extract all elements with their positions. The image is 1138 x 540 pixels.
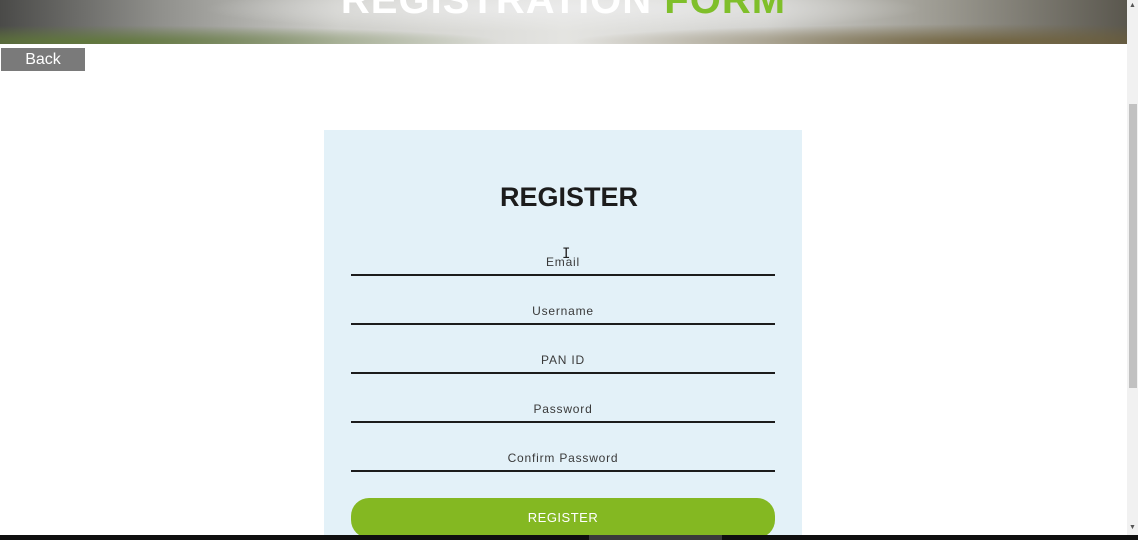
password-field[interactable] — [351, 397, 775, 423]
form-heading: REGISTER — [499, 182, 639, 212]
username-field[interactable] — [351, 299, 775, 325]
horizontal-scroll-thumb[interactable] — [589, 535, 722, 540]
text-cursor-icon: I — [562, 246, 571, 262]
banner-title-main: REGISTRATION — [340, 0, 665, 22]
taskbar-strip — [0, 535, 1138, 540]
page: REGISTRATION FORM Back REGISTER I REGIST… — [0, 0, 1138, 540]
header-banner: REGISTRATION FORM — [0, 0, 1127, 44]
confirm-password-field[interactable] — [351, 446, 775, 472]
back-button[interactable]: Back — [1, 48, 85, 71]
banner-title-accent: FORM — [664, 0, 787, 22]
vertical-scrollbar[interactable]: ▲ ▼ — [1127, 0, 1138, 540]
scrollbar-thumb[interactable] — [1129, 104, 1137, 388]
banner-title: REGISTRATION FORM — [0, 0, 1127, 23]
register-button[interactable]: REGISTER — [351, 498, 775, 538]
pan-id-field[interactable] — [351, 348, 775, 374]
scroll-down-arrow-icon[interactable]: ▼ — [1127, 522, 1138, 534]
scroll-up-arrow-icon[interactable]: ▲ — [1127, 0, 1138, 12]
